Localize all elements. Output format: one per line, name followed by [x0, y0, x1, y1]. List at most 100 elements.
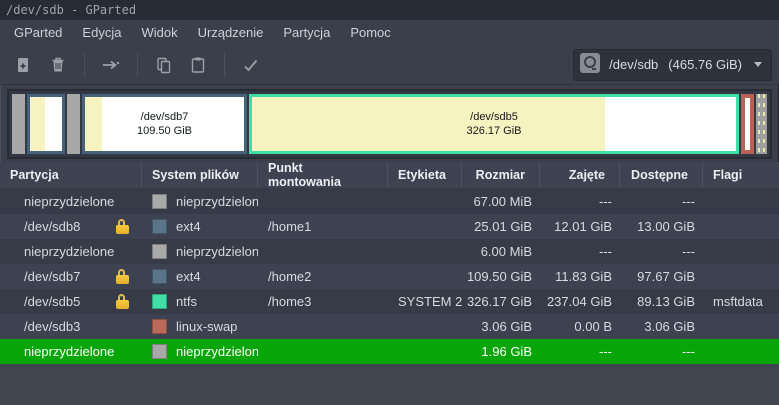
diskbar-segment-sdb7[interactable]: /dev/sdb7 109.50 GiB — [82, 94, 247, 154]
fs-color-swatch — [152, 344, 167, 359]
fs-color-swatch — [152, 319, 167, 334]
column-header-dostepne: Dostępne — [620, 162, 703, 188]
fs-label: SYSTEM 2 — [388, 289, 462, 314]
fs-label — [388, 239, 462, 264]
fs-color-swatch — [152, 244, 167, 259]
fs-color-swatch — [152, 269, 167, 284]
diskbar-segment-sdb5[interactable]: /dev/sdb5 326.17 GiB — [249, 94, 739, 154]
fs-label — [388, 264, 462, 289]
size-value: 109.50 GiB — [462, 264, 540, 289]
drive-icon — [579, 52, 601, 77]
lock-icon — [116, 219, 129, 234]
segment-label: /dev/sdb7 109.50 GiB — [85, 97, 244, 151]
segment-label: /dev/sdb5 326.17 GiB — [252, 97, 736, 151]
partition-name: /dev/sdb7 — [24, 269, 116, 284]
menu-widok[interactable]: Widok — [131, 22, 187, 43]
size-value: 1.96 GiB — [462, 339, 540, 364]
size-value: 67.00 MiB — [462, 189, 540, 214]
fs-color-swatch — [152, 294, 167, 309]
size-value: 6.00 MiB — [462, 239, 540, 264]
device-size: (465.76 GiB) — [668, 57, 742, 72]
toolbar-separator — [84, 53, 85, 77]
menu-partycja[interactable]: Partycja — [273, 22, 340, 43]
free-value: 13.00 GiB — [620, 214, 703, 239]
table-row-sdb5[interactable]: /dev/sdb5 ntfs /home3 SYSTEM 2 326.17 Gi… — [0, 289, 779, 314]
partition-name: /dev/sdb3 — [24, 319, 134, 334]
disk-graphic-area: /dev/sdb7 109.50 GiB /dev/sdb5 326.17 Gi… — [0, 85, 779, 162]
column-header-punkt-montowania: Punkt montowania — [258, 162, 388, 188]
arrow-right-icon — [101, 56, 121, 74]
copy-button[interactable] — [147, 50, 181, 80]
gparted-window: /dev/sdb - GParted GParted Edycja Widok … — [0, 0, 779, 405]
fs-color-swatch — [152, 219, 167, 234]
free-value: --- — [620, 339, 703, 364]
free-value: 89.13 GiB — [620, 289, 703, 314]
used-value: --- — [540, 239, 620, 264]
menu-edycja[interactable]: Edycja — [72, 22, 131, 43]
mount-point — [258, 314, 388, 339]
fs-label — [388, 314, 462, 339]
apply-operations-button[interactable] — [234, 50, 268, 80]
fs-name: nieprzydzielone — [176, 244, 258, 259]
delete-partition-button[interactable] — [41, 50, 75, 80]
copy-icon — [155, 56, 173, 74]
used-value: --- — [540, 189, 620, 214]
menu-urzadzenie[interactable]: Urządzenie — [188, 22, 274, 43]
flags-value: msftdata — [703, 289, 779, 314]
diskbar-segment-sdb3[interactable] — [741, 94, 754, 154]
column-header-etykieta: Etykieta — [388, 162, 462, 188]
diskbar-segment-unallocated-1[interactable] — [12, 94, 25, 154]
fs-label — [388, 214, 462, 239]
mount-point — [258, 189, 388, 214]
column-header-zajete: Zajęte — [540, 162, 620, 188]
used-value: 11.83 GiB — [540, 264, 620, 289]
flags-value — [703, 239, 779, 264]
free-value: --- — [620, 189, 703, 214]
partition-table: Partycja System plików Punkt montowania … — [0, 162, 779, 405]
table-empty-area — [0, 364, 779, 405]
used-value: --- — [540, 339, 620, 364]
fs-name: ext4 — [176, 219, 201, 234]
column-header-rozmiar: Rozmiar — [462, 162, 540, 188]
window-title: /dev/sdb - GParted — [6, 3, 136, 17]
size-value: 326.17 GiB — [462, 289, 540, 314]
toolbar-separator — [224, 53, 225, 77]
clipboard-icon — [189, 56, 207, 74]
partition-name: nieprzydzielone — [24, 344, 134, 359]
toolbar: /dev/sdb (465.76 GiB) — [0, 45, 779, 85]
resize-move-button[interactable] — [94, 50, 128, 80]
used-value: 237.04 GiB — [540, 289, 620, 314]
diskbar-segment-sdb8[interactable] — [27, 94, 65, 154]
table-row-unallocated-selected[interactable]: nieprzydzielone nieprzydzielone 1.96 GiB… — [0, 339, 779, 364]
table-row-unallocated-2[interactable]: nieprzydzielone nieprzydzielone 6.00 MiB… — [0, 239, 779, 264]
new-partition-button[interactable] — [7, 50, 41, 80]
flags-value — [703, 214, 779, 239]
paste-button[interactable] — [181, 50, 215, 80]
device-selector[interactable]: /dev/sdb (465.76 GiB) — [573, 49, 772, 81]
fs-name: ntfs — [176, 294, 197, 309]
flags-value — [703, 339, 779, 364]
lock-icon — [116, 294, 129, 309]
menu-pomoc[interactable]: Pomoc — [340, 22, 400, 43]
fs-label — [388, 339, 462, 364]
column-header-partycja: Partycja — [0, 162, 142, 188]
diskbar-segment-unallocated-selected[interactable] — [756, 94, 767, 154]
used-value: 12.01 GiB — [540, 214, 620, 239]
free-value: 3.06 GiB — [620, 314, 703, 339]
table-row-sdb7[interactable]: /dev/sdb7 ext4 /home2 109.50 GiB 11.83 G… — [0, 264, 779, 289]
fs-name: nieprzydzielone — [176, 194, 258, 209]
table-row-unallocated-1[interactable]: nieprzydzielone nieprzydzielone 67.00 Mi… — [0, 189, 779, 214]
diskbar-segment-unallocated-2[interactable] — [67, 94, 80, 154]
document-plus-icon — [15, 56, 33, 74]
column-header-flagi: Flagi — [703, 162, 779, 188]
mount-point — [258, 239, 388, 264]
disk-graphic-bar: /dev/sdb7 109.50 GiB /dev/sdb5 326.17 Gi… — [7, 89, 772, 159]
table-row-sdb8[interactable]: /dev/sdb8 ext4 /home1 25.01 GiB 12.01 Gi… — [0, 214, 779, 239]
used-space-fill — [30, 97, 45, 151]
flags-value — [703, 189, 779, 214]
lock-icon — [116, 269, 129, 284]
device-name: /dev/sdb — [609, 57, 658, 72]
table-row-sdb3[interactable]: /dev/sdb3 linux-swap 3.06 GiB 0.00 B 3.0… — [0, 314, 779, 339]
menu-gparted[interactable]: GParted — [4, 22, 72, 43]
titlebar[interactable]: /dev/sdb - GParted — [0, 0, 779, 20]
